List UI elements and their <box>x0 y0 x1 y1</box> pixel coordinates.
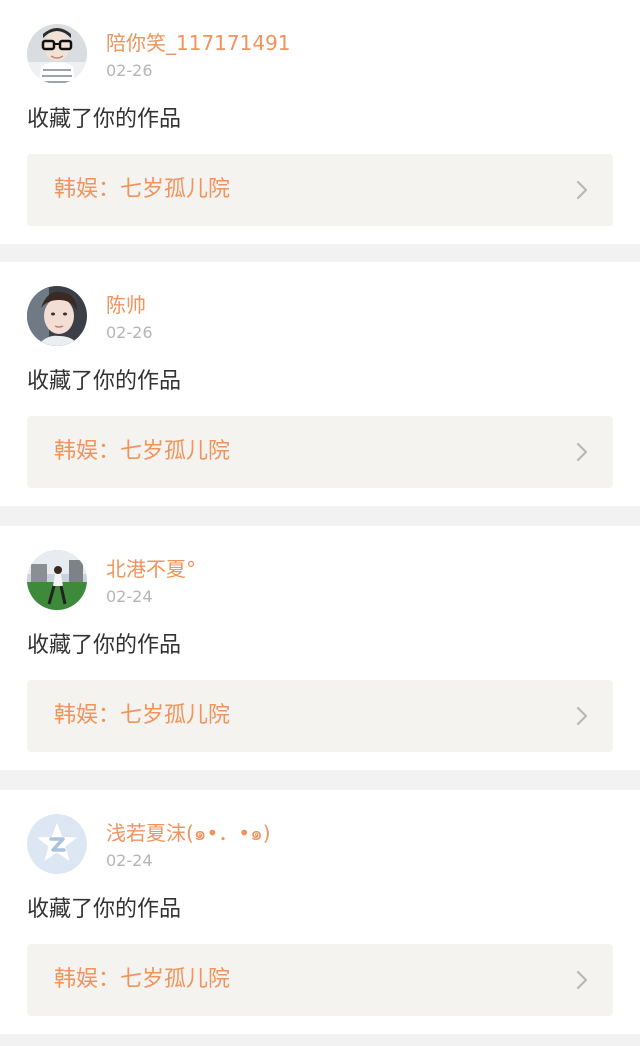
chevron-right-icon <box>576 706 588 730</box>
work-link-button[interactable]: 韩娱：七岁孤儿院 <box>27 680 613 752</box>
work-link-button[interactable]: 韩娱：七岁孤儿院 <box>27 154 613 226</box>
username[interactable]: 陈帅 <box>106 291 146 319</box>
work-title: 韩娱：七岁孤儿院 <box>54 967 231 992</box>
default-qq-avatar-icon[interactable] <box>27 814 87 874</box>
avatar[interactable] <box>27 24 87 84</box>
notification-card: 北港不夏° 02-24 收藏了你的作品 韩娱：七岁孤儿院 <box>0 526 640 770</box>
action-text: 收藏了你的作品 <box>27 897 182 922</box>
action-text: 收藏了你的作品 <box>27 107 182 132</box>
notification-feed: 陪你笑_117171491 02-26 收藏了你的作品 韩娱：七岁孤儿院 陈帅 <box>0 0 640 1046</box>
notification-card: 陈帅 02-26 收藏了你的作品 韩娱：七岁孤儿院 <box>0 262 640 506</box>
timestamp: 02-26 <box>106 61 153 80</box>
chevron-right-icon <box>576 442 588 466</box>
username[interactable]: 浅若夏沫(๑•．•๑) <box>106 819 271 847</box>
username[interactable]: 北港不夏° <box>106 555 196 583</box>
action-text: 收藏了你的作品 <box>27 633 182 658</box>
action-text: 收藏了你的作品 <box>27 369 182 394</box>
work-title: 韩娱：七岁孤儿院 <box>54 177 231 202</box>
work-title: 韩娱：七岁孤儿院 <box>54 439 231 464</box>
notification-card: 浅若夏沫(๑•．•๑) 02-24 收藏了你的作品 韩娱：七岁孤儿院 <box>0 790 640 1034</box>
avatar[interactable] <box>27 286 87 346</box>
work-link-button[interactable]: 韩娱：七岁孤儿院 <box>27 416 613 488</box>
timestamp: 02-24 <box>106 587 153 606</box>
avatar[interactable] <box>27 550 87 610</box>
notification-card: 陪你笑_117171491 02-26 收藏了你的作品 韩娱：七岁孤儿院 <box>0 0 640 244</box>
timestamp: 02-24 <box>106 851 153 870</box>
timestamp: 02-26 <box>106 323 153 342</box>
username[interactable]: 陪你笑_117171491 <box>106 29 291 57</box>
work-title: 韩娱：七岁孤儿院 <box>54 703 231 728</box>
chevron-right-icon <box>576 180 588 204</box>
work-link-button[interactable]: 韩娱：七岁孤儿院 <box>27 944 613 1016</box>
chevron-right-icon <box>576 970 588 994</box>
